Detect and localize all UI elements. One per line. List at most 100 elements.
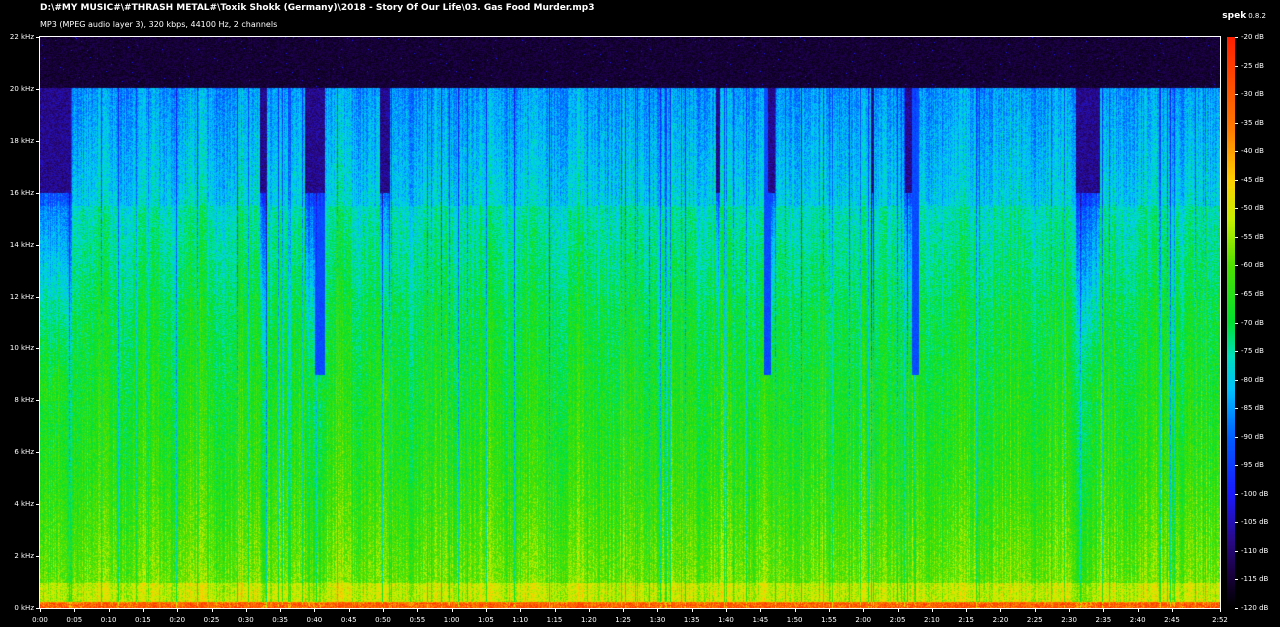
time-tick-label: 0:55 — [409, 616, 426, 624]
time-tick-mark — [1000, 608, 1001, 612]
freq-tick-mark — [36, 37, 40, 38]
time-tick-label: 1:30 — [649, 616, 666, 624]
time-tick-mark — [383, 608, 384, 612]
db-tick-mark — [1235, 208, 1238, 209]
time-tick-label: 2:15 — [958, 616, 975, 624]
db-tick-mark — [1235, 94, 1238, 95]
db-tick-mark — [1235, 579, 1238, 580]
time-tick-mark — [898, 608, 899, 612]
time-tick-label: 1:35 — [683, 616, 700, 624]
time-tick-mark — [520, 608, 521, 612]
time-tick-mark — [692, 608, 693, 612]
db-tick-mark — [1235, 608, 1238, 609]
freq-tick-mark — [36, 297, 40, 298]
file-path-title: D:\#MY MUSIC#\#THRASH METAL#\Toxik Shokk… — [40, 3, 595, 13]
time-tick-mark — [177, 608, 178, 612]
time-tick-mark — [760, 608, 761, 612]
time-tick-mark — [726, 608, 727, 612]
time-tick-label: 1:00 — [443, 616, 460, 624]
time-tick-label: 0:20 — [169, 616, 186, 624]
db-tick-label: -20 dB — [1241, 33, 1264, 41]
spectrogram-plot[interactable] — [39, 36, 1221, 609]
freq-tick-mark — [36, 141, 40, 142]
db-tick-label: -35 dB — [1241, 118, 1264, 127]
db-tick-mark — [1235, 323, 1238, 324]
freq-tick-label: 14 kHz — [9, 240, 34, 249]
freq-tick-label: 12 kHz — [9, 292, 34, 301]
db-tick-mark — [1235, 465, 1238, 466]
freq-tick-label: 16 kHz — [9, 188, 34, 197]
freq-tick-mark — [36, 89, 40, 90]
db-tick-mark — [1235, 351, 1238, 352]
time-tick-label: 2:25 — [1026, 616, 1043, 624]
time-tick-mark — [74, 608, 75, 612]
time-tick-label: 2:00 — [855, 616, 872, 624]
time-tick-mark — [486, 608, 487, 612]
freq-tick-mark — [36, 504, 40, 505]
db-tick-mark — [1235, 180, 1238, 181]
db-color-scale — [1227, 37, 1235, 608]
freq-tick-label: 22 kHz — [9, 33, 34, 41]
time-tick-mark — [1035, 608, 1036, 612]
time-tick-label: 2:05 — [889, 616, 906, 624]
freq-tick-label: 20 kHz — [9, 84, 34, 93]
time-tick-label: 1:25 — [615, 616, 631, 624]
db-tick-mark — [1235, 551, 1238, 552]
time-tick-label: 0:15 — [135, 616, 151, 624]
db-tick-label: -110 dB — [1241, 546, 1269, 555]
time-tick-label: 0:35 — [272, 616, 288, 624]
db-tick-mark — [1235, 37, 1238, 38]
freq-tick-mark — [36, 452, 40, 453]
freq-tick-label: 4 kHz — [14, 500, 34, 509]
freq-tick-mark — [36, 348, 40, 349]
time-tick-mark — [932, 608, 933, 612]
time-tick-label: 0:10 — [100, 616, 117, 624]
freq-tick-mark — [36, 193, 40, 194]
time-tick-mark — [555, 608, 556, 612]
time-tick-mark — [863, 608, 864, 612]
db-tick-label: -120 dB — [1241, 604, 1269, 612]
db-tick-label: -50 dB — [1241, 204, 1264, 213]
time-tick-label: 0:45 — [340, 616, 357, 624]
time-tick-label: 2:40 — [1129, 616, 1146, 624]
freq-tick-label: 2 kHz — [14, 552, 34, 561]
time-tick-label: 1:50 — [786, 616, 803, 624]
db-tick-label: -70 dB — [1241, 318, 1264, 327]
time-tick-mark — [109, 608, 110, 612]
freq-tick-mark — [36, 245, 40, 246]
freq-tick-label: 18 kHz — [9, 136, 34, 145]
db-tick-mark — [1235, 151, 1238, 152]
time-tick-mark — [212, 608, 213, 612]
app-name: spek — [1222, 11, 1247, 21]
db-tick-mark — [1235, 437, 1238, 438]
db-tick-label: -25 dB — [1241, 61, 1264, 70]
db-tick-label: -115 dB — [1241, 575, 1269, 584]
time-tick-mark — [623, 608, 624, 612]
time-tick-label: 1:10 — [512, 616, 529, 624]
stream-info: MP3 (MPEG audio layer 3), 320 kbps, 4410… — [40, 20, 278, 29]
db-tick-mark — [1235, 265, 1238, 266]
spek-window: D:\#MY MUSIC#\#THRASH METAL#\Toxik Shokk… — [0, 0, 1280, 627]
freq-tick-label: 0 kHz — [14, 604, 34, 612]
db-tick-label: -40 dB — [1241, 147, 1264, 156]
time-tick-label: 2:35 — [1095, 616, 1112, 624]
db-tick-label: -100 dB — [1241, 489, 1269, 498]
db-tick-mark — [1235, 494, 1238, 495]
db-tick-label: -90 dB — [1241, 432, 1264, 441]
time-tick-label: 2:20 — [992, 616, 1009, 624]
db-tick-label: -55 dB — [1241, 232, 1264, 241]
time-tick-mark — [1138, 608, 1139, 612]
time-tick-mark — [314, 608, 315, 612]
db-tick-label: -30 dB — [1241, 90, 1264, 99]
time-tick-mark — [417, 608, 418, 612]
time-tick-mark — [589, 608, 590, 612]
time-tick-label: 0:30 — [237, 616, 254, 624]
time-tick-label: 0:50 — [375, 616, 391, 624]
db-tick-mark — [1235, 237, 1238, 238]
time-tick-mark — [1172, 608, 1173, 612]
db-tick-mark — [1235, 66, 1238, 67]
time-tick-label: 1:15 — [546, 616, 563, 624]
time-tick-mark — [1069, 608, 1070, 612]
app-version: 0.8.2 — [1248, 12, 1266, 20]
time-tick-mark — [795, 608, 796, 612]
